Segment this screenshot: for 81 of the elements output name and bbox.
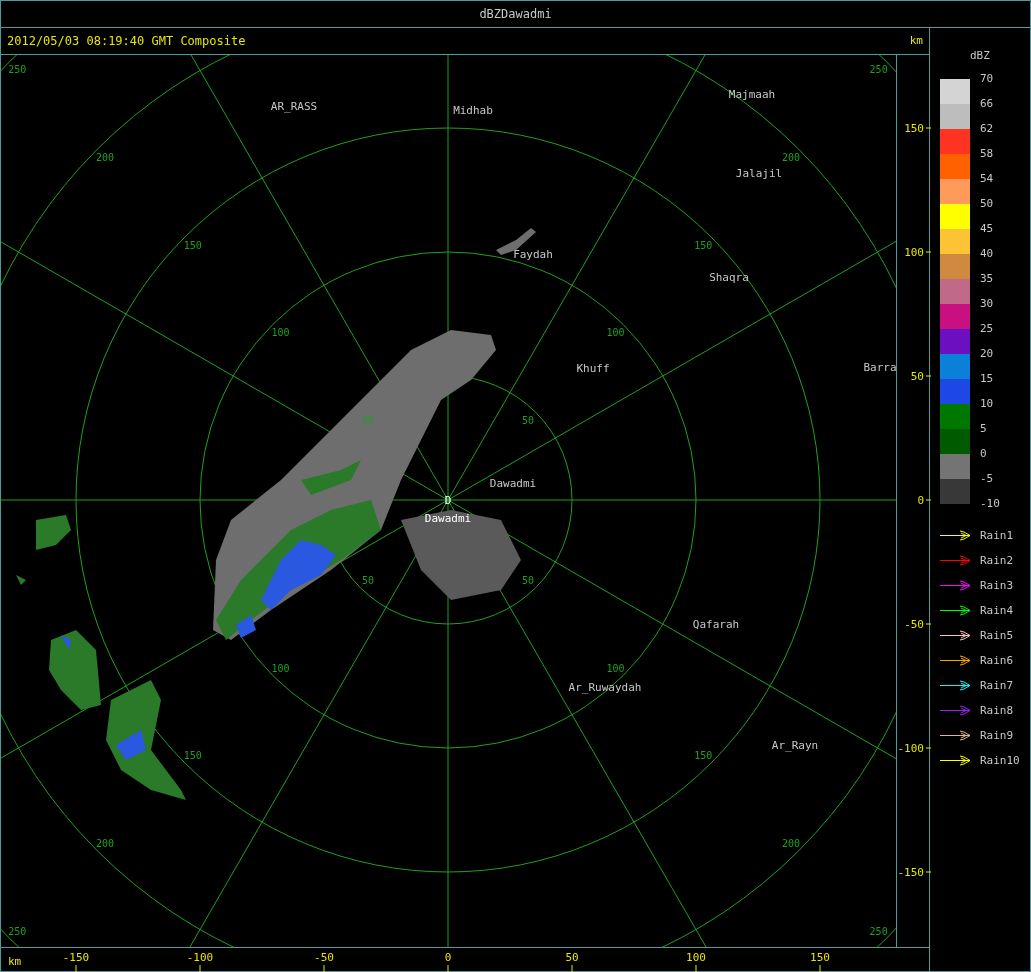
range-ring-label: 150 [694,239,713,251]
axis-tick-label: 50 [565,951,579,964]
range-ring-label: 150 [183,239,202,251]
scale-value-label: 40 [980,248,994,260]
axis-tick-label: -150 [897,866,924,879]
track-label: Rain1 [980,529,1014,542]
track-label: Rain4 [980,604,1014,617]
radar-site-label: Dawadmi [424,512,472,525]
range-ring-label: 50 [521,415,534,427]
axis-tick-label: 150 [810,951,830,964]
radar-site-marker: D [444,494,452,507]
range-ring-label: 250 [8,925,27,937]
place-label: Jalajil [735,167,783,180]
place-label: Barra [863,361,896,374]
axis-tick-label: -100 [186,951,214,964]
place-label: Qafarah [692,618,740,631]
scale-value-label: 70 [980,73,994,85]
track-label: Rain3 [980,579,1014,592]
range-ring-label: 200 [96,837,115,849]
scale-value-label: 50 [980,198,994,210]
axis-tick-label: 150 [904,122,924,135]
axis-tick-label: -150 [62,951,90,964]
range-ring-label: 50 [521,574,534,586]
range-ring-label: 50 [362,415,375,427]
axis-unit-label: km [8,955,22,968]
legend-title: dBZ [970,50,990,62]
scale-value-label: 62 [980,123,994,135]
place-label: AR_RASS [270,100,318,113]
axis-tick-label: 0 [444,951,452,964]
scale-value-label: 10 [980,398,994,410]
track-label: Rain9 [980,729,1014,742]
axis-tick-label: 50 [910,370,924,383]
window-title: dBZDawadmi [479,6,552,23]
track-label: Rain7 [980,679,1014,692]
axis-tick-label: 100 [686,951,706,964]
scale-value-label: 25 [980,323,994,335]
track-label: Rain6 [980,654,1014,667]
scale-value-label: 5 [980,423,987,435]
track-label: Rain10 [980,754,1020,767]
range-ring-label: 200 [781,152,800,164]
axis-unit-label: km [909,32,923,49]
range-ring-label: 150 [694,750,713,762]
scale-value-label: 66 [980,98,994,110]
scale-value-label: -5 [980,473,994,485]
place-label: Faydah [513,248,553,261]
track-label: Rain8 [980,704,1014,717]
scale-value-label: 58 [980,148,994,160]
range-ring-label: 250 [869,64,888,76]
range-ring-label: 100 [606,662,625,674]
range-ring-label: 100 [271,662,290,674]
scale-value-label: 35 [980,273,994,285]
scale-value-label: 54 [980,173,994,185]
scale-value-label: 20 [980,348,994,360]
scale-value-label: 15 [980,373,994,385]
range-ring-label: 50 [362,574,375,586]
place-label: Midhab [453,104,493,117]
axis-tick-label: -100 [897,742,924,755]
axis-tick-label: -50 [904,618,924,631]
timestamp-label: 2012/05/03 08:19:40 GMT Composite [7,33,246,50]
range-ring-label: 200 [781,837,800,849]
track-label: Rain5 [980,629,1014,642]
range-ring-label: 250 [8,64,27,76]
range-ring-label: 250 [869,925,888,937]
scale-value-label: 30 [980,298,994,310]
range-ring-label: 100 [606,327,625,339]
range-ring-label: 200 [96,152,115,164]
axis-tick-label: 100 [904,246,924,259]
place-label: Majmaah [728,88,776,101]
axis-tick-label: 0 [917,494,924,507]
scale-value-label: 0 [980,448,987,460]
range-ring-label: 100 [271,327,290,339]
place-label: Dawadmi [489,477,537,490]
place-label: Shaqra [709,271,749,284]
track-label: Rain2 [980,554,1014,567]
place-label: Khuff [576,362,610,375]
range-ring-label: 150 [183,750,202,762]
axis-tick-label: -50 [314,951,334,964]
scale-value-label: -10 [980,498,1000,510]
scale-value-label: 45 [980,223,994,235]
place-label: Ar_Ruwaydah [568,681,642,694]
place-label: Ar_Rayn [771,739,819,752]
